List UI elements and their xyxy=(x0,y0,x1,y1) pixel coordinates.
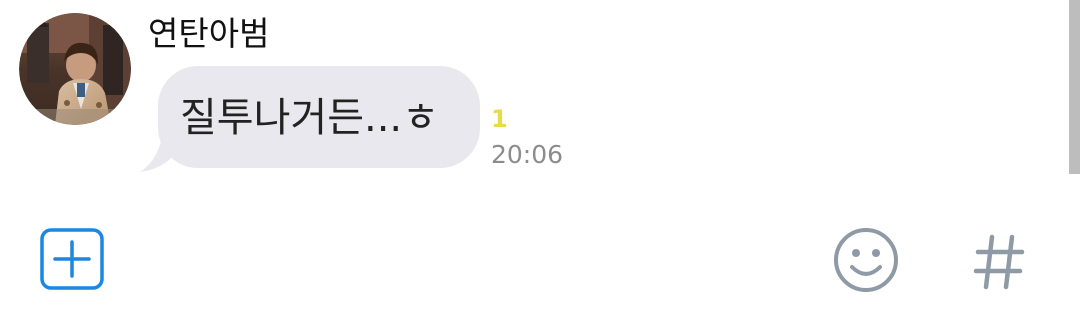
avatar[interactable] xyxy=(19,13,131,125)
unread-count: 1 xyxy=(491,105,508,133)
add-attachment-button[interactable] xyxy=(40,228,104,290)
message-list[interactable]: 연탄아범 질투나거든...ㅎ 1 20:06 xyxy=(0,0,1080,200)
hashtag-icon xyxy=(973,234,1025,290)
emoji-button[interactable] xyxy=(833,227,899,293)
scrollbar[interactable] xyxy=(1069,0,1080,174)
hashtag-button[interactable] xyxy=(972,231,1026,291)
message-time: 20:06 xyxy=(491,140,564,169)
message-text: 질투나거든...ㅎ xyxy=(180,95,439,141)
add-attachment-icon xyxy=(40,228,104,290)
profile-photo xyxy=(19,13,131,125)
input-bar xyxy=(0,200,1080,331)
emoji-icon xyxy=(834,228,898,292)
chat-screen: 연탄아범 질투나거든...ㅎ 1 20:06 xyxy=(0,0,1080,331)
sender-name: 연탄아범 xyxy=(148,14,270,53)
